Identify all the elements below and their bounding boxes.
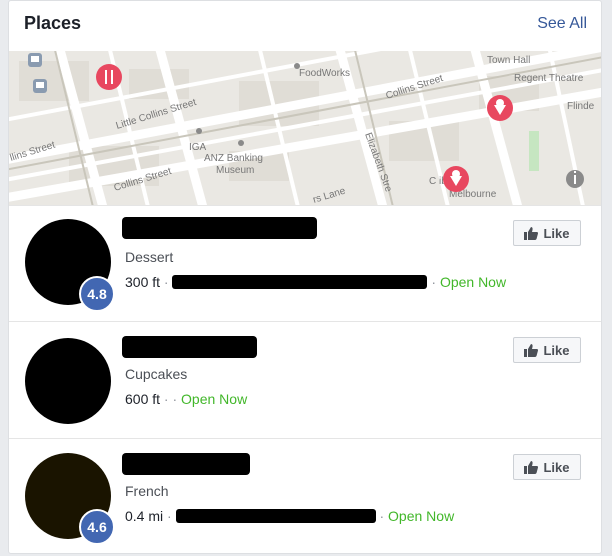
rating-badge: 4.8	[79, 276, 115, 312]
map-canvas[interactable]: Town Hall Regent Theatre FoodWorks Colli…	[9, 51, 602, 205]
map-info-icon[interactable]	[566, 170, 584, 188]
like-button[interactable]: Like	[513, 454, 581, 480]
map-label: ANZ Banking	[204, 153, 263, 164]
separator-dot: ·	[167, 508, 172, 524]
map-label: Town Hall	[487, 55, 530, 66]
map-label: IGA	[189, 142, 207, 153]
places-card: Places See All Town Hall Regent Theatre …	[8, 0, 602, 554]
like-label: Like	[543, 342, 570, 358]
like-button[interactable]: Like	[513, 220, 581, 246]
separator-dot: ·	[379, 508, 385, 524]
like-button[interactable]: Like	[513, 337, 581, 363]
like-label: Like	[543, 459, 570, 475]
map-label: Flinde	[567, 101, 595, 112]
card-header: Places See All	[9, 1, 601, 51]
place-distance: 600 ft	[125, 391, 161, 407]
place-category: Dessert	[125, 249, 174, 265]
address-redacted	[175, 509, 376, 523]
thumbs-up-icon	[524, 343, 539, 357]
place-meta: 600 ft · · Open Now	[125, 391, 247, 407]
restaurant-pin-icon[interactable]	[96, 64, 122, 90]
place-meta: 300 ft · · Open Now	[125, 274, 506, 290]
thumbs-up-icon	[524, 460, 539, 474]
places-map[interactable]: Town Hall Regent Theatre FoodWorks Colli…	[9, 51, 602, 205]
place-list-item[interactable]: 4.8 Dessert 300 ft · · Open Now Like	[9, 205, 601, 323]
place-name-redacted[interactable]	[122, 453, 250, 475]
open-status: Open Now	[439, 274, 507, 290]
rating-badge: 4.6	[79, 509, 115, 545]
open-status: Open Now	[181, 391, 248, 407]
map-label: Regent Theatre	[514, 73, 584, 84]
place-list-item[interactable]: Cupcakes 600 ft · · Open Now Like	[9, 321, 601, 439]
place-distance: 0.4 mi	[125, 508, 164, 524]
see-all-link[interactable]: See All	[537, 15, 587, 33]
section-title: Places	[24, 13, 82, 33]
place-meta: 0.4 mi · · Open Now	[125, 508, 454, 524]
poi-dot-icon	[196, 128, 202, 134]
place-name-redacted[interactable]	[122, 217, 317, 239]
place-name-redacted[interactable]	[122, 336, 257, 358]
like-label: Like	[543, 225, 570, 241]
open-status: Open Now	[388, 508, 455, 524]
place-avatar[interactable]	[25, 338, 111, 424]
map-label: Museum	[216, 165, 254, 176]
dessert-pin-icon[interactable]	[443, 166, 469, 192]
separator-dot: ·	[163, 274, 169, 290]
thumbs-up-icon	[524, 226, 539, 240]
map-label: FoodWorks	[299, 68, 350, 79]
separator-dot: · ·	[163, 391, 178, 407]
place-distance: 300 ft	[125, 274, 161, 290]
place-category: French	[125, 483, 169, 499]
place-list-item[interactable]: 4.6 French 0.4 mi · · Open Now Like	[9, 438, 601, 553]
place-category: Cupcakes	[125, 366, 188, 382]
poi-dot-icon	[238, 140, 244, 146]
poi-dot-icon	[294, 63, 300, 69]
address-redacted	[172, 275, 428, 289]
separator-dot: ·	[431, 274, 437, 290]
dessert-pin-icon[interactable]	[487, 95, 513, 121]
